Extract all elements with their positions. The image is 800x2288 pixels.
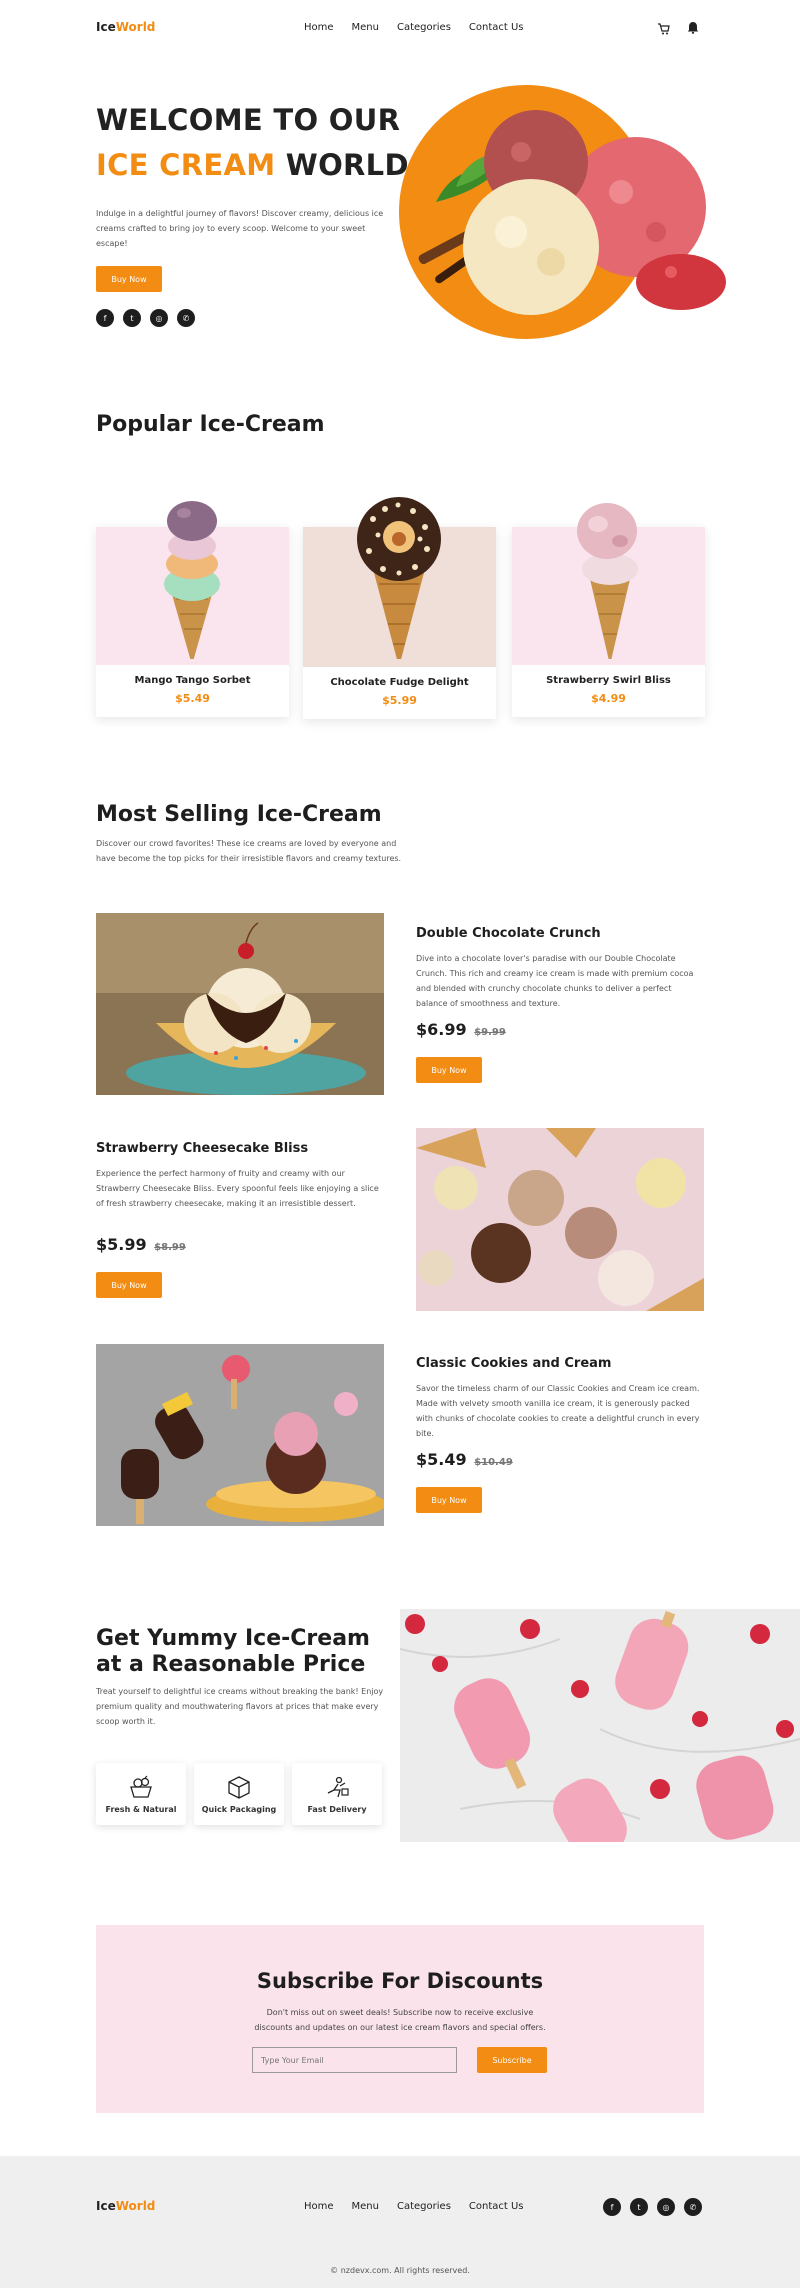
hero-image bbox=[396, 72, 730, 362]
product-description: Dive into a chocolate lover's paradise w… bbox=[416, 954, 694, 1008]
nav-categories[interactable]: Categories bbox=[397, 22, 451, 33]
feature-quick-packaging: Quick Packaging bbox=[194, 1763, 284, 1825]
footer-nav-menu[interactable]: Menu bbox=[352, 2201, 379, 2212]
subscribe-section: Subscribe For Discounts Don't miss out o… bbox=[96, 1925, 704, 2113]
product-old-price: $9.99 bbox=[474, 1027, 506, 1038]
subscribe-title: Subscribe For Discounts bbox=[256, 1969, 544, 1993]
instagram-icon[interactable]: ◎ bbox=[150, 309, 168, 327]
strawberry-swirl-image bbox=[512, 503, 705, 665]
nav-menu[interactable]: Menu bbox=[352, 22, 379, 33]
chocolate-fudge-image bbox=[303, 497, 496, 667]
main-nav: Home Menu Categories Contact Us bbox=[304, 22, 524, 33]
footer-nav-contact-us[interactable]: Contact Us bbox=[469, 2201, 524, 2212]
footer-nav-categories[interactable]: Categories bbox=[397, 2201, 451, 2212]
footer-nav: Home Menu Categories Contact Us bbox=[304, 2201, 524, 2212]
delivery-icon bbox=[327, 1776, 349, 1797]
feature-label: Fresh & Natural bbox=[105, 1804, 177, 1814]
brand-logo[interactable]: IceWorld bbox=[96, 20, 155, 34]
feature-label: Quick Packaging bbox=[201, 1804, 277, 1814]
product-price: $5.99 bbox=[96, 1235, 147, 1254]
twitter-icon[interactable]: t bbox=[123, 309, 141, 327]
product-price-row: $5.99 $8.99 bbox=[96, 1235, 186, 1254]
whatsapp-icon[interactable]: ✆ bbox=[684, 2198, 702, 2216]
yummy-section-title: Get Yummy Ice-Cream at a Reasonable Pric… bbox=[96, 1626, 370, 1678]
facebook-icon[interactable]: f bbox=[96, 309, 114, 327]
hero-title-line1: WELCOME TO OUR bbox=[96, 103, 401, 137]
popular-item-name: Strawberry Swirl Bliss bbox=[546, 675, 671, 686]
product-old-price: $10.49 bbox=[474, 1457, 513, 1468]
footer-nav-home[interactable]: Home bbox=[304, 2201, 334, 2212]
product-price: $6.99 bbox=[416, 1020, 467, 1039]
hero-title-highlight: ICE CREAM bbox=[96, 147, 276, 182]
popular-item-name: Mango Tango Sorbet bbox=[134, 675, 251, 686]
popular-item-price: $4.99 bbox=[591, 692, 626, 705]
popular-item-price: $5.49 bbox=[175, 692, 210, 705]
buy-now-button[interactable]: Buy Now bbox=[416, 1487, 482, 1513]
brand-part-1: Ice bbox=[96, 2199, 116, 2213]
feature-fresh-natural: Fresh & Natural bbox=[96, 1763, 186, 1825]
popular-card-strawberry[interactable]: Strawberry Swirl Bliss $4.99 bbox=[512, 503, 705, 717]
footer: IceWorld Home Menu Categories Contact Us… bbox=[0, 2156, 800, 2288]
most-selling-section-title: Most Selling Ice-Cream bbox=[96, 802, 382, 827]
product-price-row: $6.99 $9.99 bbox=[416, 1020, 506, 1039]
brand-part-1: Ice bbox=[96, 20, 116, 34]
product-title: Double Chocolate Crunch bbox=[416, 926, 601, 941]
popular-card-chocolate[interactable]: Chocolate Fudge Delight $5.99 bbox=[303, 497, 496, 719]
bell-icon[interactable] bbox=[687, 19, 699, 38]
brand-part-2: World bbox=[115, 20, 156, 34]
product-price-row: $5.49 $10.49 bbox=[416, 1450, 513, 1469]
mango-tango-image bbox=[96, 501, 289, 665]
strawberry-cheesecake-photo bbox=[416, 1128, 704, 1311]
instagram-icon[interactable]: ◎ bbox=[657, 2198, 675, 2216]
popular-item-name: Chocolate Fudge Delight bbox=[330, 677, 469, 688]
feature-fast-delivery: Fast Delivery bbox=[292, 1763, 382, 1825]
hero-buy-now-button[interactable]: Buy Now bbox=[96, 266, 162, 292]
subscribe-button[interactable]: Subscribe bbox=[477, 2047, 547, 2073]
product-title: Strawberry Cheesecake Bliss bbox=[96, 1141, 309, 1156]
copyright: © nzdevx.com. All rights reserved. bbox=[330, 2266, 470, 2275]
hero-description: Indulge in a delightful journey of flavo… bbox=[96, 209, 384, 248]
popular-item-price: $5.99 bbox=[382, 694, 417, 707]
subscribe-description: Don't miss out on sweet deals! Subscribe… bbox=[254, 2008, 546, 2032]
facebook-icon[interactable]: f bbox=[603, 2198, 621, 2216]
footer-social-links: f t ◎ ✆ bbox=[603, 2198, 702, 2216]
cart-icon[interactable] bbox=[657, 20, 670, 39]
cookies-and-cream-photo bbox=[96, 1344, 384, 1526]
most-selling-description: Discover our crowd favorites! These ice … bbox=[96, 839, 402, 863]
fruit-basket-icon bbox=[130, 1775, 152, 1798]
buy-now-button[interactable]: Buy Now bbox=[96, 1272, 162, 1298]
double-chocolate-photo bbox=[96, 913, 384, 1095]
hero-social-links: f t ◎ ✆ bbox=[96, 309, 195, 327]
product-title: Classic Cookies and Cream bbox=[416, 1356, 612, 1371]
product-description: Experience the perfect harmony of fruity… bbox=[96, 1169, 379, 1208]
popular-card-mango[interactable]: Mango Tango Sorbet $5.49 bbox=[96, 501, 289, 717]
buy-now-button[interactable]: Buy Now bbox=[416, 1057, 482, 1083]
feature-label: Fast Delivery bbox=[307, 1804, 367, 1814]
email-field[interactable] bbox=[252, 2047, 457, 2073]
product-old-price: $8.99 bbox=[154, 1242, 186, 1253]
nav-home[interactable]: Home bbox=[304, 22, 334, 33]
footer-brand-logo[interactable]: IceWorld bbox=[96, 2199, 155, 2213]
popular-section-title: Popular Ice-Cream bbox=[96, 412, 325, 437]
popsicles-photo bbox=[400, 1609, 800, 1842]
product-price: $5.49 bbox=[416, 1450, 467, 1469]
yummy-description: Treat yourself to delightful ice creams … bbox=[96, 1687, 384, 1726]
package-box-icon bbox=[228, 1775, 250, 1799]
hero-title-rest: WORLD bbox=[275, 147, 409, 182]
twitter-icon[interactable]: t bbox=[630, 2198, 648, 2216]
nav-contact-us[interactable]: Contact Us bbox=[469, 22, 524, 33]
brand-part-2: World bbox=[115, 2199, 156, 2213]
product-description: Savor the timeless charm of our Classic … bbox=[416, 1384, 700, 1438]
hero-title: WELCOME TO OUR ICE CREAM WORLD bbox=[96, 98, 409, 188]
whatsapp-icon[interactable]: ✆ bbox=[177, 309, 195, 327]
